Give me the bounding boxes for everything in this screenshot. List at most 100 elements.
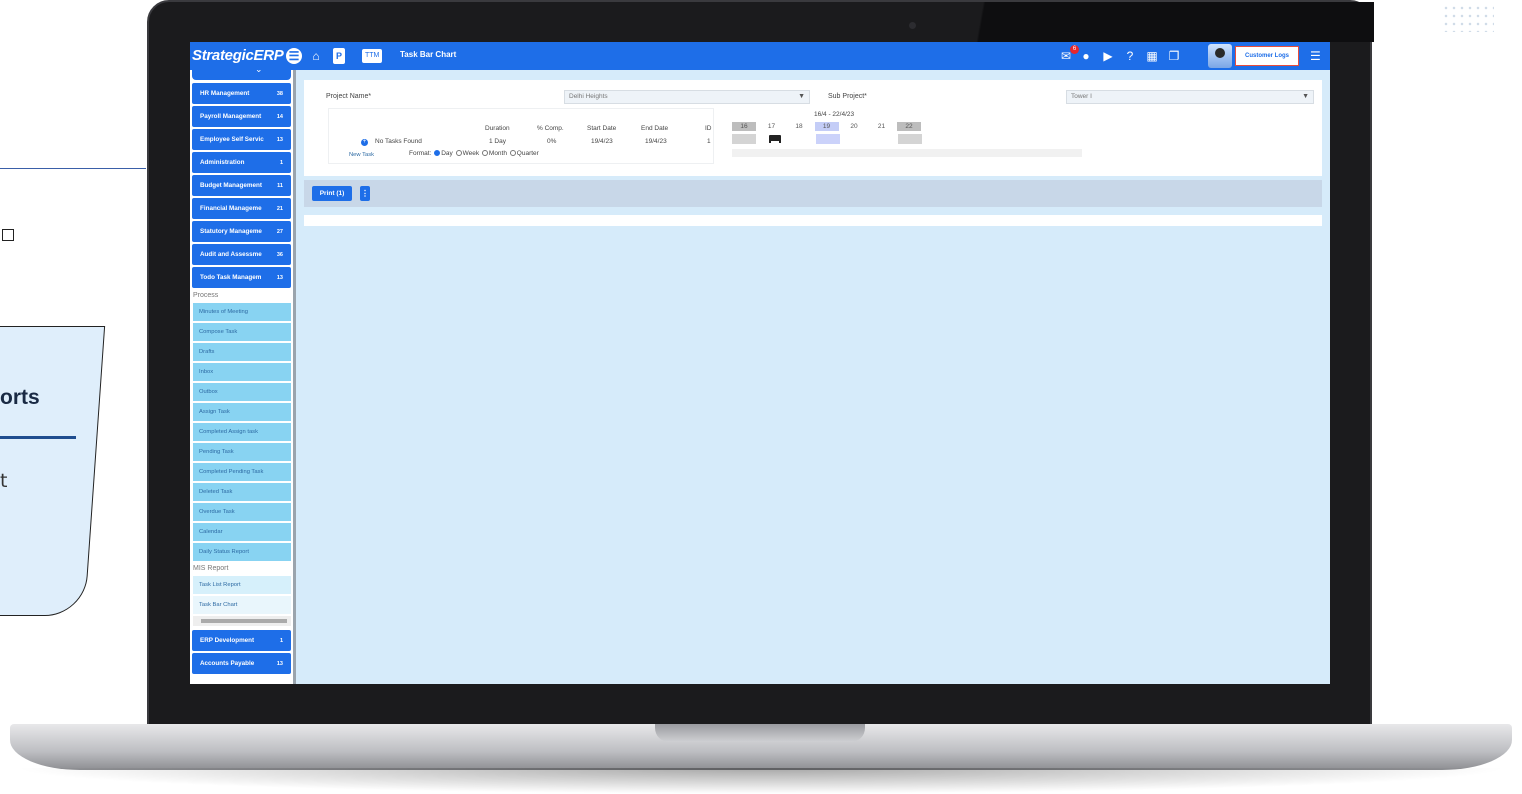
timeline-day-header: 17 [767,123,776,130]
mis-section-label: MIS Report [193,565,229,572]
timeline-day-header: 19 [814,122,839,131]
format-month-radio[interactable] [481,150,488,156]
sidebar-module-bottom-0[interactable]: ERP Development 1 [192,630,291,651]
sidebar-module-top-8[interactable]: Todo Task Managem 13 [192,267,291,288]
avatar[interactable] [1208,44,1232,68]
app-logo[interactable]: StrategicERP [192,47,284,64]
task-bar[interactable] [769,135,781,143]
list-menu-icon[interactable]: ☰ [1310,47,1324,65]
task-end-date: 19/4/23 [645,138,667,145]
home-icon[interactable]: ⌂ [308,48,324,64]
timeline-cell-today [816,134,840,144]
mail-icon[interactable]: ✉ 6 [1058,45,1079,65]
webcam-icon [909,22,916,29]
menu-toggle-icon[interactable]: ☰ [286,48,302,64]
sidebar-process-item[interactable]: Daily Status Report [193,543,291,561]
sidebar-module-count: 27 [276,228,283,235]
sidebar-module-label: Budget Management [200,182,262,189]
sidebar-mis-item[interactable]: Task List Report [193,576,291,594]
sidebar-process-item[interactable]: Drafts [193,343,291,361]
sub-project-value: Tower I [1071,93,1092,100]
timeline-day-header: 22 [897,122,921,131]
print-button[interactable]: Print (1) [312,186,352,201]
timeline-cell [898,134,922,144]
sidebar-module-label: Financial Manageme [200,205,262,212]
sidebar-module-label: Todo Task Managem [200,274,262,281]
sidebar-process-item[interactable]: Completed Pending Task [193,463,291,481]
top-bar: StrategicERP ☰ ⌂ P TTM Task Bar Chart ✉ 6… [190,42,1330,70]
task-duration: 1 Day [489,138,506,145]
sub-project-label: Sub Project* [828,93,867,100]
add-task-icon[interactable]: + [361,139,368,146]
format-day-radio[interactable] [434,150,441,156]
window-icon[interactable]: ❐ [1166,47,1182,65]
background-card-title: orts [0,386,40,409]
sidebar-module-top-7[interactable]: Audit and Assessme 36 [192,244,291,265]
format-label: Format: [409,150,432,157]
sidebar-process-item[interactable]: Calendar [193,523,291,541]
decorative-dots [1442,4,1494,32]
format-week-radio[interactable] [455,150,462,156]
format-week-label: Week [462,150,480,157]
sidebar-module-label: Employee Self Servic [200,136,264,143]
timeline-cell [732,134,756,144]
sidebar-module-count: 38 [276,90,283,97]
background-card-text: t [0,470,8,492]
task-name: No Tasks Found [375,138,422,145]
sidebar-module-top-1[interactable]: Payroll Management 14 [192,106,291,127]
sidebar-process-item[interactable]: Compose Task [193,323,291,341]
sidebar-collapse-handle[interactable] [192,70,291,80]
id-header: ID [705,125,712,132]
sidebar-module-top-2[interactable]: Employee Self Servic 13 [192,129,291,150]
timeline-day-header: 20 [850,123,858,130]
page-title: Task Bar Chart [400,50,457,59]
sidebar-process-item[interactable]: Completed Assign task [193,423,291,441]
sidebar-module-label: Payroll Management [200,113,262,120]
action-toolbar: Print (1) ⋮ [304,180,1322,207]
p-icon[interactable]: P [333,48,345,64]
sidebar-process-item[interactable]: Inbox [193,363,291,381]
sidebar-process-item[interactable]: Assign Task [193,403,291,421]
app-screen: StrategicERP ☰ ⌂ P TTM Task Bar Chart ✉ 6… [190,42,1330,684]
gantt-timeline: 16/4 - 22/4/23 16 17 18 19 20 21 22 [732,108,1082,160]
customer-logs-button[interactable]: Customer Logs [1235,46,1299,66]
sub-project-select[interactable]: Tower I ▼ [1066,90,1314,104]
calculator-icon[interactable]: ▦ [1144,47,1160,65]
sidebar-process-item[interactable]: Pending Task [193,443,291,461]
more-options-icon[interactable]: ⋮ [360,186,370,201]
project-name-select[interactable]: Delhi Heights ▼ [564,90,810,104]
sidebar-module-top-5[interactable]: Financial Manageme 21 [192,198,291,219]
sidebar-mis-item[interactable]: Task Bar Chart [193,596,291,614]
sidebar-module-top-3[interactable]: Administration 1 [192,152,291,173]
sidebar-module-count: 14 [276,113,283,120]
comp-header: % Comp. [537,125,564,132]
sidebar-scrollbar[interactable] [193,616,291,626]
sidebar-module-label: ERP Development [200,637,255,644]
sidebar-module-top-6[interactable]: Statutory Manageme 27 [192,221,291,242]
sidebar-module-label: HR Management [200,90,250,97]
new-task-link[interactable]: New Task [349,152,374,158]
microphone-icon[interactable]: ● [1078,47,1094,65]
help-icon[interactable]: ? [1122,47,1138,65]
week-range: 16/4 - 22/4/23 [814,111,855,118]
project-name-label: Project Name* [326,93,372,100]
timeline-scrollbar[interactable] [732,149,1082,157]
sidebar-module-count: 11 [277,182,283,189]
stage: orts t StrategicERP ☰ ⌂ P TTM Task Bar C… [0,0,1522,794]
sidebar-module-count: 21 [276,205,283,212]
sidebar-module-top-4[interactable]: Budget Management 11 [192,175,291,196]
sidebar-module-label: Audit and Assessme [200,251,262,258]
ttm-icon[interactable]: TTM [362,49,383,63]
sidebar-module-count: 13 [276,136,283,143]
sidebar-module-top-0[interactable]: HR Management 38 [192,83,291,104]
sidebar-process-item[interactable]: Deleted Task [193,483,291,501]
video-icon[interactable]: ▶ [1100,47,1116,65]
sidebar-module-label: Accounts Payable [200,660,255,667]
sidebar-process-item[interactable]: Overdue Task [193,503,291,521]
sidebar-process-item[interactable]: Outbox [193,383,291,401]
sidebar-process-item[interactable]: Minutes of Meeting [193,303,291,321]
format-day-label: Day [441,150,453,157]
format-quarter-radio[interactable] [509,150,516,156]
duration-header: Duration [485,125,510,132]
sidebar-module-bottom-1[interactable]: Accounts Payable 13 [192,653,291,674]
